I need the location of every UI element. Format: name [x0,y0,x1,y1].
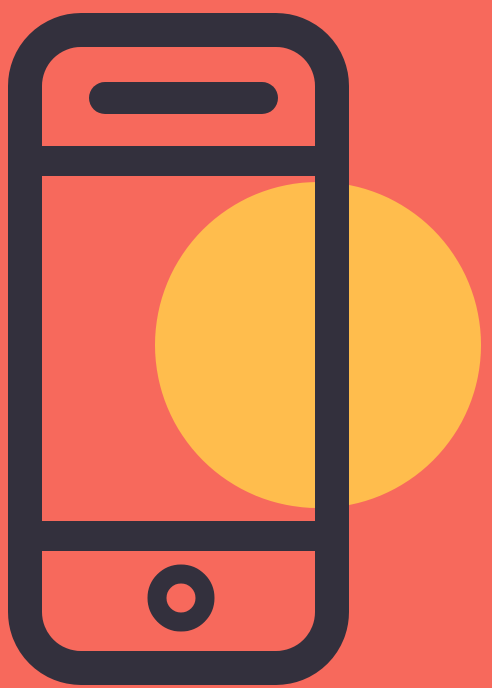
illustration-canvas [0,0,492,688]
smartphone-illustration [0,0,492,688]
